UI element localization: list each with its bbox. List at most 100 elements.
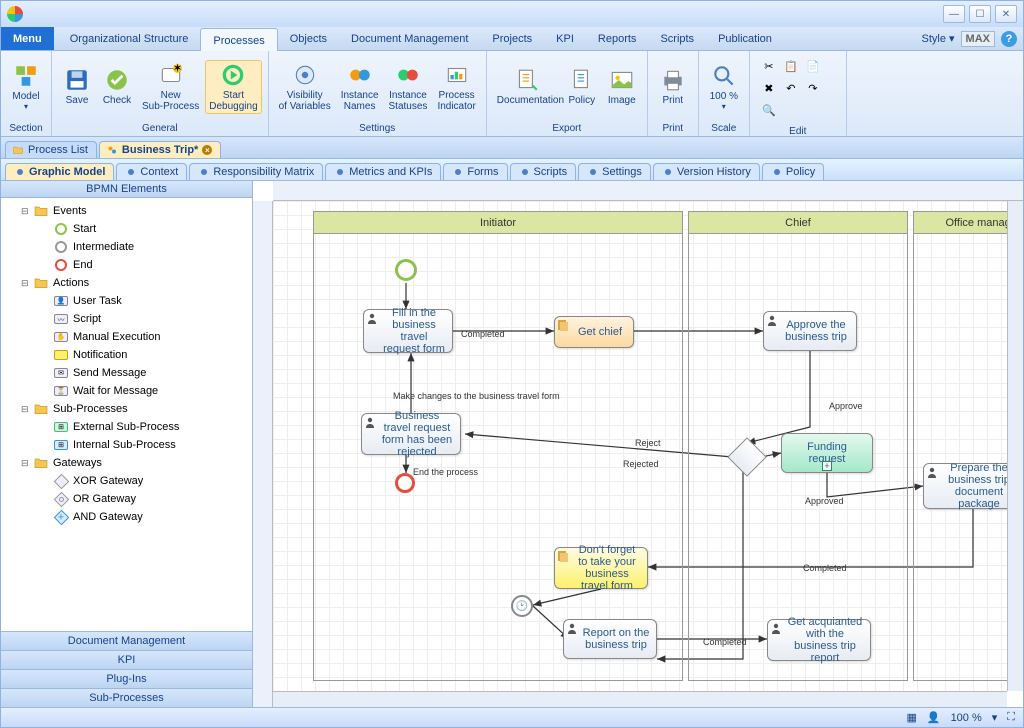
collapse-icon[interactable]: ⊟	[21, 458, 33, 469]
palette-manual-execution[interactable]: ✋Manual Execution	[3, 328, 250, 346]
fit-button[interactable]: ⛶	[1007, 711, 1015, 724]
node-rejected[interactable]: Business travel request form has been re…	[361, 413, 461, 455]
subtab-responsibility-matrix[interactable]: Responsibility Matrix	[189, 163, 323, 180]
edit-tool-0[interactable]: ✂	[760, 57, 778, 75]
palette-send-message[interactable]: ✉Send Message	[3, 364, 250, 382]
palette-and-gateway[interactable]: +AND Gateway	[3, 508, 250, 526]
ribbon-instance-button[interactable]: InstanceStatuses	[385, 60, 432, 114]
maximize-button[interactable]: ☐	[969, 5, 991, 23]
palette-notification[interactable]: Notification	[3, 346, 250, 364]
collapse-icon[interactable]: ⊟	[21, 404, 33, 415]
ribbon-100-button[interactable]: 100 %▾	[705, 61, 743, 113]
menu-projects[interactable]: Projects	[480, 27, 544, 50]
subtab-context[interactable]: Context	[116, 163, 187, 180]
node-getchief[interactable]: Get chief	[554, 316, 634, 348]
menu-scripts[interactable]: Scripts	[648, 27, 706, 50]
minimize-button[interactable]: —	[943, 5, 965, 23]
menu-processes[interactable]: Processes	[200, 28, 277, 51]
policy-icon	[569, 67, 595, 93]
doc-icon	[514, 67, 540, 93]
collapse-icon[interactable]: ⊟	[21, 206, 33, 217]
palette-start[interactable]: Start	[3, 220, 250, 238]
zoom-dropdown-icon[interactable]: ▾	[992, 711, 998, 724]
palette-tree[interactable]: ⊟EventsStartIntermediateEnd⊟Actions👤User…	[1, 198, 252, 631]
subtab-settings[interactable]: Settings	[578, 163, 651, 180]
edit-tool-6[interactable]: 🔍	[760, 101, 778, 119]
style-dropdown[interactable]: Style ▾	[922, 32, 955, 45]
ribbon-documentation-button[interactable]: Documentation	[493, 65, 561, 108]
ribbon-print-button[interactable]: Print	[654, 65, 692, 108]
help-button[interactable]: ?	[1001, 31, 1017, 47]
app-logo-icon	[7, 6, 23, 22]
diagram-canvas[interactable]: InitiatorChiefOffice managerFill in the …	[273, 201, 1007, 691]
subtab-metrics-and-kpis[interactable]: Metrics and KPIs	[325, 163, 441, 180]
tree-group-actions[interactable]: ⊟Actions	[3, 274, 250, 292]
ribbon-check-button[interactable]: Check	[98, 65, 136, 108]
doctab-process-list[interactable]: Process List	[5, 141, 97, 158]
ribbon-policy-button[interactable]: Policy	[563, 65, 601, 108]
accordion-plug-ins[interactable]: Plug-Ins	[1, 669, 252, 688]
node-acq[interactable]: Get acquianted with the business trip re…	[767, 619, 871, 661]
edit-tool-5[interactable]: ↷	[804, 79, 822, 97]
close-tab-icon[interactable]: ×	[202, 145, 212, 155]
node-fill[interactable]: Fill in the business travel request form	[363, 309, 453, 353]
lane-office[interactable]: Office manager	[913, 211, 1007, 681]
menu-reports[interactable]: Reports	[586, 27, 649, 50]
ribbon-start-button[interactable]: StartDebugging	[205, 60, 261, 114]
ribbon-save-button[interactable]: Save	[58, 65, 96, 108]
palette-xor-gateway[interactable]: XOR Gateway	[3, 472, 250, 490]
menu-button[interactable]: Menu	[1, 27, 54, 50]
bpmn-palette: BPMN Elements ⊟EventsStartIntermediateEn…	[1, 181, 253, 707]
menu-document-management[interactable]: Document Management	[339, 27, 480, 50]
subtab-forms[interactable]: Forms	[443, 163, 507, 180]
close-button[interactable]: ✕	[995, 5, 1017, 23]
tree-group-sub-processes[interactable]: ⊟Sub-Processes	[3, 400, 250, 418]
scrollbar-vertical[interactable]	[1007, 201, 1023, 691]
palette-script[interactable]: 〰Script	[3, 310, 250, 328]
subtab-scripts[interactable]: Scripts	[510, 163, 577, 180]
subtab-policy[interactable]: Policy	[762, 163, 824, 180]
tree-group-gateways[interactable]: ⊟Gateways	[3, 454, 250, 472]
person-icon[interactable]: 👤	[927, 711, 941, 724]
tree-group-events[interactable]: ⊟Events	[3, 202, 250, 220]
accordion-sub-processes[interactable]: Sub-Processes	[1, 688, 252, 707]
palette-external-sub-process[interactable]: ⊞External Sub-Process	[3, 418, 250, 436]
grid-toggle-icon[interactable]: ▦	[906, 711, 916, 724]
node-prepare[interactable]: Prepare the business trip document packa…	[923, 463, 1007, 509]
scrollbar-horizontal[interactable]	[273, 691, 1007, 707]
ribbon-image-button[interactable]: Image	[603, 65, 641, 108]
node-timer[interactable]: 🕑	[511, 595, 533, 617]
accordion-document-management[interactable]: Document Management	[1, 631, 252, 650]
ribbon-visibility-button[interactable]: Visibilityof Variables	[275, 60, 335, 114]
menu-objects[interactable]: Objects	[278, 27, 339, 50]
palette-end[interactable]: End	[3, 256, 250, 274]
subtab-graphic-model[interactable]: Graphic Model	[5, 163, 114, 180]
edit-tool-4[interactable]: ↶	[782, 79, 800, 97]
doctab-business-trip-[interactable]: Business Trip*×	[99, 141, 221, 158]
lane-header: Initiator	[314, 212, 682, 234]
palette-user-task[interactable]: 👤User Task	[3, 292, 250, 310]
ribbon-new-button[interactable]: ✶NewSub-Process	[138, 60, 203, 114]
menu-kpi[interactable]: KPI	[544, 27, 586, 50]
ribbon-process-button[interactable]: ProcessIndicator	[433, 60, 479, 114]
node-report[interactable]: Report on the business trip	[563, 619, 657, 659]
menu-publication[interactable]: Publication	[706, 27, 784, 50]
subtab-version-history[interactable]: Version History	[653, 163, 760, 180]
palette-intermediate[interactable]: Intermediate	[3, 238, 250, 256]
ribbon-model-button[interactable]: Model▾	[7, 61, 45, 113]
edit-tool-3[interactable]: ✖	[760, 79, 778, 97]
node-dontforget[interactable]: Don't forget to take your business trave…	[554, 547, 648, 589]
palette-or-gateway[interactable]: OR Gateway	[3, 490, 250, 508]
node-end[interactable]	[395, 473, 415, 493]
edit-tool-1[interactable]: 📋	[782, 57, 800, 75]
edit-tool-2[interactable]: 📄	[804, 57, 822, 75]
palette-wait-for-message[interactable]: ⏳Wait for Message	[3, 382, 250, 400]
node-funding[interactable]: Funding request+	[781, 433, 873, 473]
ribbon-instance-button[interactable]: InstanceNames	[337, 60, 383, 114]
palette-internal-sub-process[interactable]: ⊞Internal Sub-Process	[3, 436, 250, 454]
accordion-kpi[interactable]: KPI	[1, 650, 252, 669]
collapse-icon[interactable]: ⊟	[21, 278, 33, 289]
node-start[interactable]	[395, 259, 417, 281]
menu-organizational-structure[interactable]: Organizational Structure	[58, 27, 201, 50]
node-approve[interactable]: Approve the business trip	[763, 311, 857, 351]
